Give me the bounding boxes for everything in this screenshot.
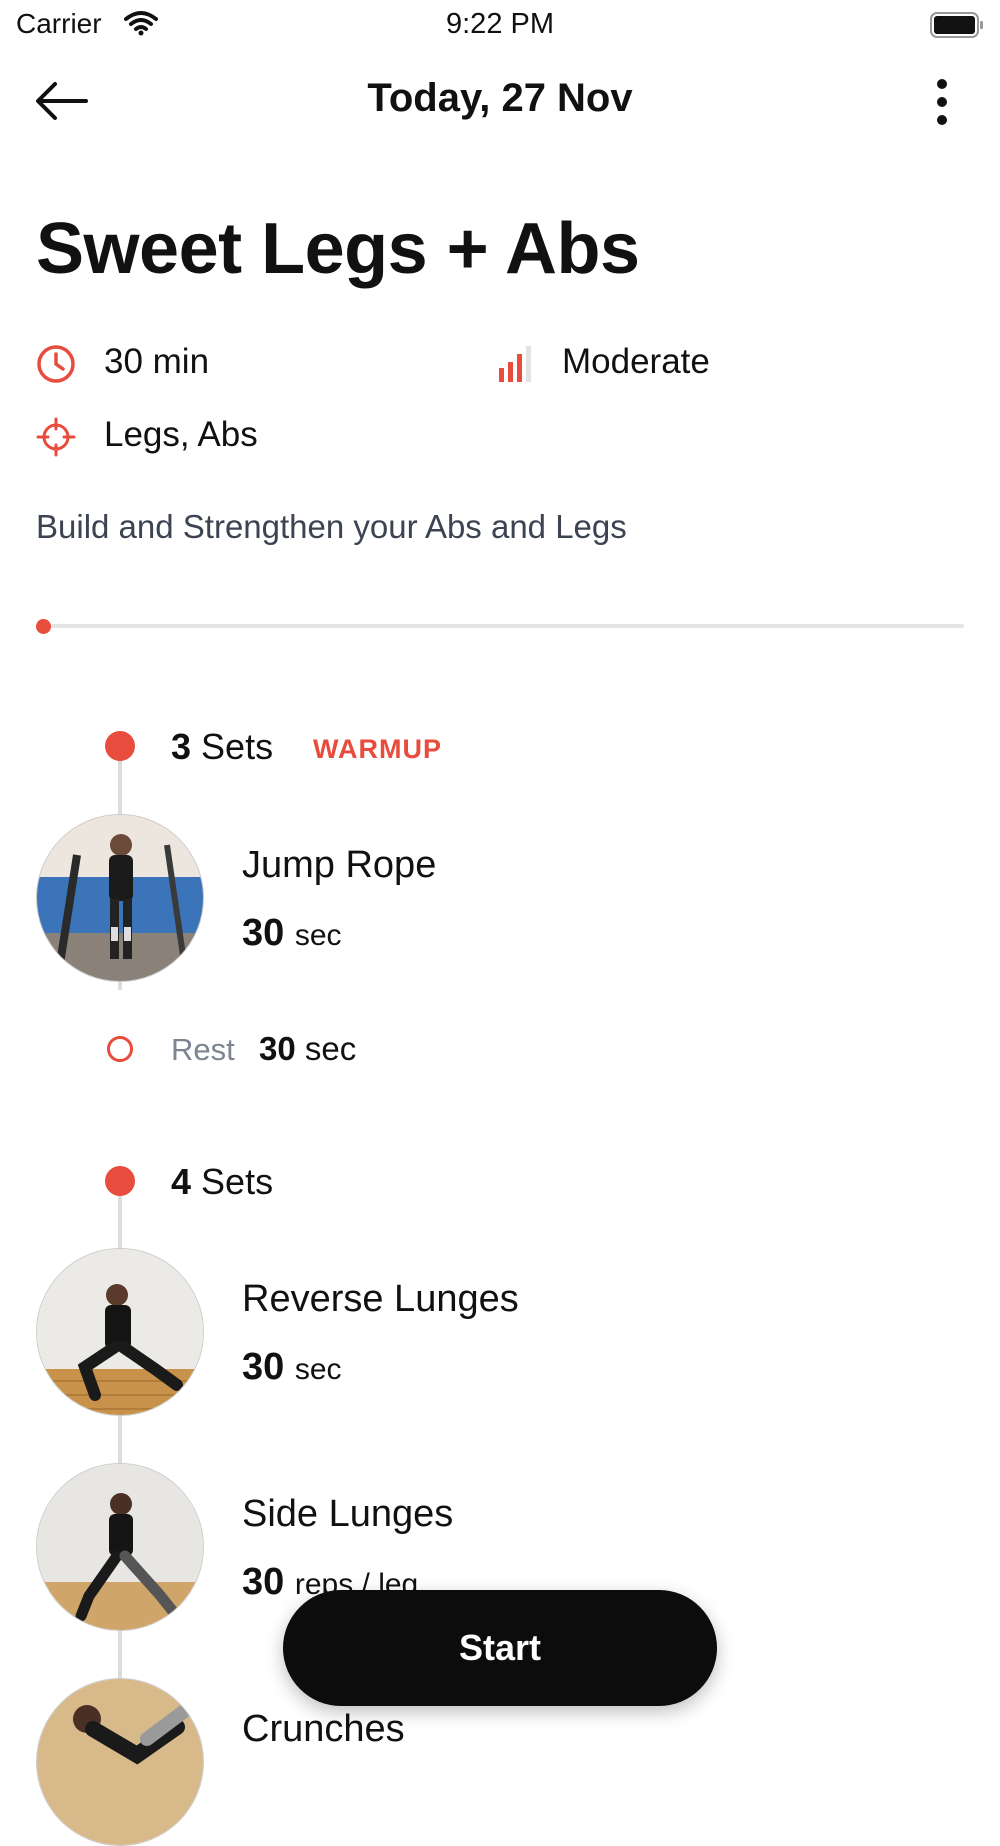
rest-unit: sec [304, 1030, 357, 1067]
block-sets-label: 4 Sets [171, 1161, 273, 1203]
workout-description: Build and Strengthen your Abs and Legs [36, 508, 627, 545]
rest-label: Rest [171, 1032, 235, 1067]
exercise-name[interactable]: Side Lunges [242, 1493, 453, 1536]
sets-count: 4 [171, 1161, 192, 1202]
workout-difficulty: Moderate [562, 342, 710, 381]
exercise-name[interactable]: Crunches [242, 1708, 405, 1751]
more-options-button[interactable] [930, 78, 954, 126]
sets-count: 3 [171, 726, 192, 767]
workout-duration: 30 min [104, 342, 210, 381]
progress-indicator [36, 619, 51, 634]
more-vertical-icon [937, 79, 947, 125]
warmup-tag: WARMUP [313, 734, 442, 764]
exercise-unit: sec [294, 919, 342, 952]
exercise-thumbnail-side-lunges[interactable] [36, 1463, 204, 1631]
exercise-value: 30 [242, 1561, 285, 1603]
status-time: 9:22 PM [446, 8, 554, 40]
exercise-unit: sec [294, 1353, 342, 1386]
sets-word: Sets [201, 1161, 274, 1202]
target-icon [36, 417, 76, 457]
exercise-thumbnail-crunches[interactable] [36, 1678, 204, 1846]
timeline-dot [105, 1166, 135, 1196]
rest-ring-icon [107, 1036, 133, 1062]
workout-progress-bar [42, 624, 964, 628]
exercise-amount: 30 sec [242, 912, 342, 955]
exercise-name[interactable]: Reverse Lunges [242, 1278, 519, 1321]
block-sets-label: 3 Sets [171, 726, 273, 768]
workout-title: Sweet Legs + Abs [36, 209, 640, 289]
exercise-thumbnail-reverse-lunges[interactable] [36, 1248, 204, 1416]
exercise-value: 30 [242, 912, 285, 954]
workout-targets: Legs, Abs [104, 415, 258, 454]
timeline-dot [105, 731, 135, 761]
exercise-amount: 30 sec [242, 1346, 342, 1389]
clock-icon [36, 344, 76, 384]
rest-value: 30 [259, 1030, 296, 1067]
exercise-thumbnail-jump-rope[interactable] [36, 814, 204, 982]
page-date-title: Today, 27 Nov [367, 76, 633, 120]
status-bar: Carrier 9:22 PM [0, 0, 1000, 50]
start-button[interactable]: Start [283, 1590, 717, 1706]
battery-icon [930, 12, 984, 38]
exercise-name[interactable]: Jump Rope [242, 844, 436, 887]
rest-duration: 30 sec [259, 1030, 356, 1068]
sets-word: Sets [201, 726, 274, 767]
difficulty-bars-icon [497, 344, 537, 384]
exercise-value: 30 [242, 1346, 285, 1388]
